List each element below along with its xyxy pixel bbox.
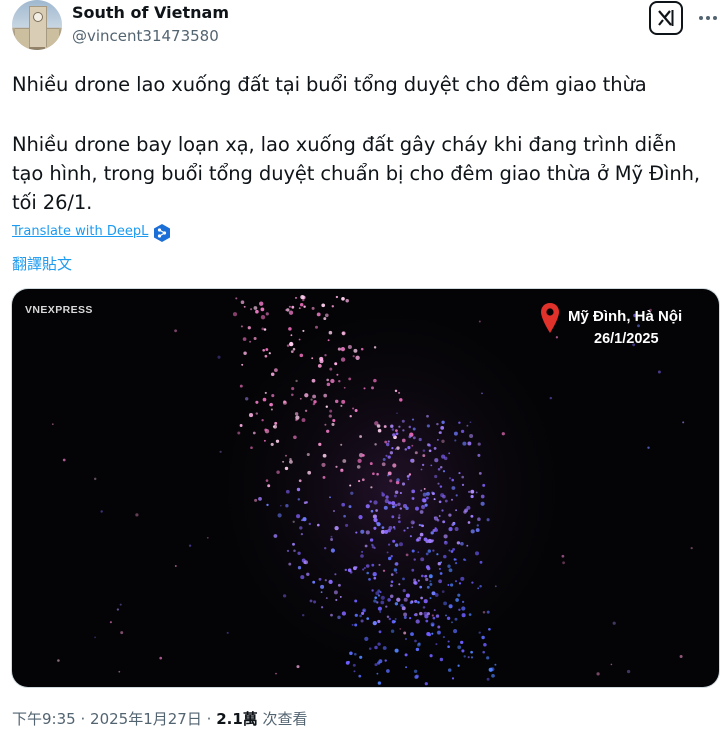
- tweet-title-line: Nhiều drone lao xuống đất tại buổi tổng …: [12, 73, 647, 96]
- meta-separator: ·: [206, 710, 212, 728]
- tweet-time[interactable]: 下午9:35: [12, 710, 76, 728]
- meta-separator: ·: [80, 710, 86, 728]
- media-location: Mỹ Đình, Hà Nội: [568, 308, 683, 325]
- avatar[interactable]: [12, 0, 62, 50]
- views-count: 2.1萬: [216, 710, 258, 728]
- views-label: 次查看: [262, 710, 308, 728]
- more-icon: [699, 16, 717, 20]
- drone-light-show: [51, 289, 693, 687]
- tweet-meta: 下午9:35 · 2025年1月27日 · 2.1萬 次查看: [12, 708, 308, 729]
- more-button[interactable]: [696, 8, 720, 28]
- vnexpress-watermark: VNEXPRESS: [25, 304, 93, 316]
- author-handle[interactable]: @vincent31473580: [72, 27, 219, 45]
- avatar-clock-face: [33, 12, 43, 22]
- avatar-building-wing: [15, 28, 29, 49]
- deepl-icon[interactable]: [153, 223, 171, 243]
- translate-with-deepl-link[interactable]: Translate with DeepL: [12, 224, 148, 239]
- tweet-date[interactable]: 2025年1月27日: [90, 710, 202, 728]
- tweet-body: Nhiều drone bay loạn xạ, lao xuống đất g…: [12, 133, 700, 214]
- author-display-name[interactable]: South of Vietnam: [72, 3, 229, 22]
- avatar-building-wing: [45, 28, 59, 49]
- tweet-video-media[interactable]: VNEXPRESS Mỹ Đình, Hà Nội 26/1/2025: [12, 289, 719, 687]
- grok-button[interactable]: [649, 1, 683, 35]
- location-pin-icon: [541, 303, 559, 333]
- media-date: 26/1/2025: [594, 331, 659, 347]
- translate-post-link[interactable]: 翻譯貼文: [12, 253, 72, 274]
- grok-icon: [658, 10, 674, 26]
